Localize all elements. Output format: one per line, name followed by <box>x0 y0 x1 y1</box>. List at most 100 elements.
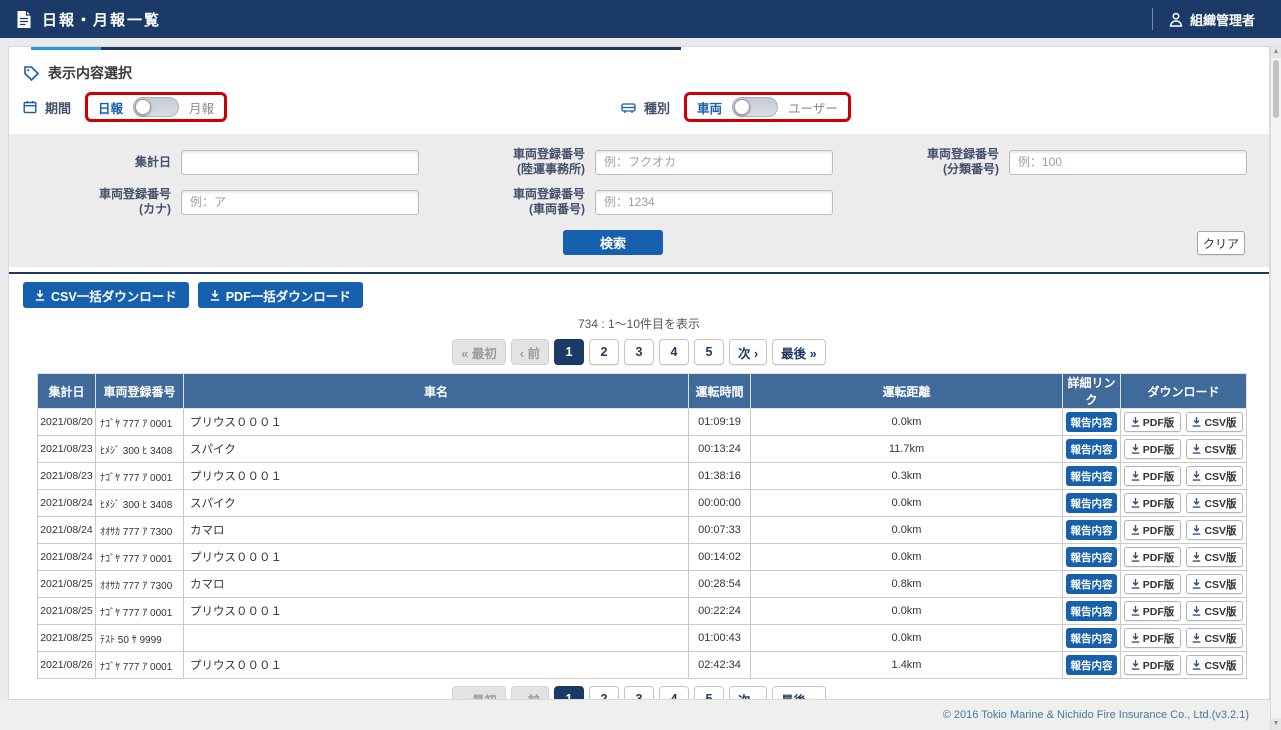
cell-date: 2021/08/24 <box>37 516 96 544</box>
reg-number-input[interactable] <box>595 189 833 215</box>
page-number-button-5[interactable]: 5 <box>694 686 724 699</box>
report-detail-button[interactable]: 報告内容 <box>1066 493 1117 513</box>
reg-class-sublabel: (分類番号) <box>943 162 999 176</box>
aggregate-date-input[interactable] <box>181 149 419 175</box>
pdf-download-button[interactable]: PDF版 <box>1124 520 1181 540</box>
pdf-download-button[interactable]: PDF版 <box>1124 628 1181 648</box>
page-number-button-2[interactable]: 2 <box>589 339 619 365</box>
page-number-button-3[interactable]: 3 <box>624 339 654 365</box>
page-number-button-2[interactable]: 2 <box>589 686 619 699</box>
page-number-button-5[interactable]: 5 <box>694 339 724 365</box>
category-toggle-knob <box>734 99 751 115</box>
cell-drive-time: 00:22:24 <box>688 597 751 625</box>
cell-registration: ｵｵｻｶ 777 ｱ 7300 <box>95 570 184 598</box>
table-row: 2021/08/23 ﾅｺﾞﾔ 777 ｱ 0001 プリウス０００１ 01:38:1… <box>37 462 1247 490</box>
csv-download-button[interactable]: CSV版 <box>1186 466 1243 486</box>
period-option-monthly[interactable]: 月報 <box>189 98 214 117</box>
page-number-button-1[interactable]: 1 <box>554 686 584 699</box>
page-number-button-4[interactable]: 4 <box>659 339 689 365</box>
reg-class-input[interactable] <box>1009 149 1247 175</box>
page-last-button[interactable]: 最後 » <box>772 686 826 699</box>
csv-download-button[interactable]: CSV版 <box>1186 520 1243 540</box>
page-last-button[interactable]: 最後 » <box>772 339 826 365</box>
search-panel: 集計日 車両登録番号(陸運事務所) 車両登録番号(分類番号) 車両登録番号(カナ… <box>9 134 1269 267</box>
cell-drive-time: 01:09:19 <box>688 408 751 436</box>
page-next-button[interactable]: 次 › <box>729 339 768 365</box>
cell-registration: ﾅｺﾞﾔ 777 ｱ 0001 <box>95 462 184 490</box>
report-detail-button[interactable]: 報告内容 <box>1066 628 1117 648</box>
pdf-download-button[interactable]: PDF版 <box>1124 655 1181 675</box>
page-number-button-3[interactable]: 3 <box>624 686 654 699</box>
scrollbar-up-arrow[interactable]: ▲ <box>1271 46 1281 58</box>
cell-car-name: プリウス０００１ <box>183 462 689 490</box>
table-row: 2021/08/24 ｵｵｻｶ 777 ｱ 7300 カマロ 00:07:33 0.0k… <box>37 516 1247 544</box>
csv-download-button[interactable]: CSV版 <box>1186 601 1243 621</box>
report-detail-button[interactable]: 報告内容 <box>1066 574 1117 594</box>
download-icon <box>1131 525 1140 535</box>
csv-download-button[interactable]: CSV版 <box>1186 655 1243 675</box>
pdf-download-button[interactable]: PDF版 <box>1124 412 1181 432</box>
pdf-download-button[interactable]: PDF版 <box>1124 574 1181 594</box>
csv-download-button[interactable]: CSV版 <box>1186 574 1243 594</box>
scrollbar-down-arrow[interactable]: ▼ <box>1271 718 1281 730</box>
table-row: 2021/08/26 ﾅｺﾞﾔ 777 ｱ 0001 プリウス０００１ 02:42:3… <box>37 651 1247 679</box>
pdf-download-button[interactable]: PDF版 <box>1124 547 1181 567</box>
reg-office-input[interactable] <box>595 149 833 175</box>
report-detail-button[interactable]: 報告内容 <box>1066 520 1117 540</box>
vertical-scrollbar[interactable]: ▲ ▼ <box>1270 46 1281 730</box>
page-prev-button: ‹ 前 <box>510 339 549 365</box>
period-toggle-switch[interactable] <box>133 97 180 117</box>
csv-download-button[interactable]: CSV版 <box>1186 628 1243 648</box>
csv-bulk-download-button[interactable]: CSV一括ダウンロード <box>23 282 189 308</box>
cell-drive-time: 01:38:16 <box>688 462 751 490</box>
reg-kana-input[interactable] <box>181 189 419 215</box>
period-label: 期間 <box>45 100 72 116</box>
report-detail-button[interactable]: 報告内容 <box>1066 601 1117 621</box>
pdf-download-button[interactable]: PDF版 <box>1124 493 1181 513</box>
cell-drive-distance: 0.8km <box>750 570 1063 598</box>
cell-drive-distance: 0.0km <box>750 597 1063 625</box>
pdf-bulk-download-button[interactable]: PDF一括ダウンロード <box>197 282 363 308</box>
clear-button[interactable]: クリア <box>1197 231 1245 255</box>
cell-drive-time: 00:00:00 <box>688 489 751 517</box>
report-detail-button[interactable]: 報告内容 <box>1066 412 1117 432</box>
report-detail-button[interactable]: 報告内容 <box>1066 547 1117 567</box>
header-detail-link: 詳細リンク <box>1062 373 1121 409</box>
header-drive-time: 運転時間 <box>688 373 751 409</box>
csv-download-button[interactable]: CSV版 <box>1186 547 1243 567</box>
user-menu[interactable]: 組織管理者 <box>1151 8 1255 30</box>
category-toggle-switch[interactable] <box>732 97 779 117</box>
report-detail-button[interactable]: 報告内容 <box>1066 439 1117 459</box>
page-number-button-4[interactable]: 4 <box>659 686 689 699</box>
cell-date: 2021/08/24 <box>37 543 96 571</box>
report-detail-button[interactable]: 報告内容 <box>1066 466 1117 486</box>
scrollbar-thumb[interactable] <box>1273 60 1279 118</box>
csv-download-button[interactable]: CSV版 <box>1186 412 1243 432</box>
page-number-button-1[interactable]: 1 <box>554 339 584 365</box>
csv-download-button[interactable]: CSV版 <box>1186 439 1243 459</box>
cell-date: 2021/08/23 <box>37 435 96 463</box>
search-button[interactable]: 検索 <box>563 230 663 255</box>
cell-registration: ﾅｺﾞﾔ 777 ｱ 0001 <box>95 651 184 679</box>
download-icon <box>1131 606 1140 616</box>
header-distance: 運転距離 <box>750 373 1063 409</box>
category-option-user[interactable]: ユーザー <box>788 98 838 117</box>
report-detail-button[interactable]: 報告内容 <box>1066 655 1117 675</box>
download-icon <box>1131 660 1140 670</box>
period-option-daily[interactable]: 日報 <box>98 98 123 117</box>
pdf-download-button[interactable]: PDF版 <box>1124 466 1181 486</box>
section-title: 表示内容選択 <box>23 63 1269 83</box>
pdf-download-button[interactable]: PDF版 <box>1124 439 1181 459</box>
cell-registration: ﾋﾒｼﾞ 300 ﾋ 3408 <box>95 489 184 517</box>
report-table-body: 2021/08/20 ﾅｺﾞﾔ 777 ｱ 0001 プリウス０００１ 01:09:1… <box>37 408 1247 679</box>
pdf-download-button[interactable]: PDF版 <box>1124 601 1181 621</box>
category-option-vehicle[interactable]: 車両 <box>697 98 722 117</box>
csv-download-button[interactable]: CSV版 <box>1186 493 1243 513</box>
calendar-icon <box>23 100 37 114</box>
field-aggregate-date: 集計日 <box>31 147 419 177</box>
active-tab-indicator <box>31 47 681 50</box>
cell-registration: ﾃｽﾄ 50 ｻ 9999 <box>95 624 184 652</box>
page-prev-button: ‹ 前 <box>510 686 549 699</box>
page-next-button[interactable]: 次 › <box>729 686 768 699</box>
page-title: 日報・月報一覧 <box>42 11 162 29</box>
